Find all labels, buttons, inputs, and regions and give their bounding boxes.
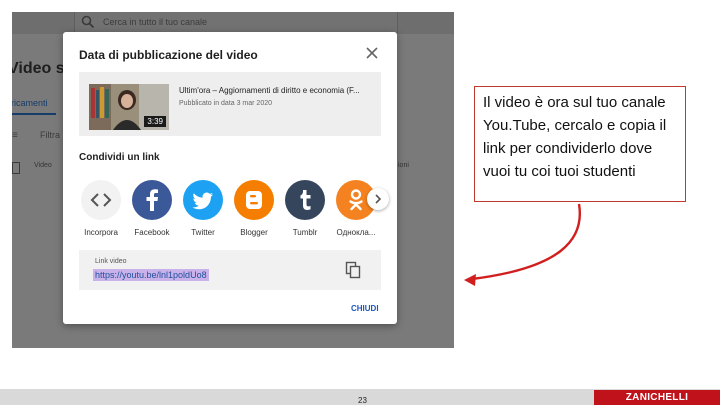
video-title[interactable]: Ultim'ora – Aggiornamenti di diritto e e… [179, 86, 375, 95]
share-label-odnoklassniki: Одноклa... [336, 228, 376, 237]
search-placeholder: Cerca in tutto il tuo canale [103, 17, 208, 27]
share-label-tumblr: Tumblr [292, 228, 318, 237]
dialog-title: Data di pubblicazione del video [79, 48, 258, 62]
video-card: 3:39 Ultim'ora – Aggiornamenti di diritt… [79, 72, 381, 136]
top-bar: Cerca in tutto il tuo canale [12, 12, 454, 34]
page-number: 23 [358, 396, 367, 405]
twitter-icon [183, 180, 223, 220]
filter-icon[interactable]: ≡ [12, 130, 18, 141]
share-label-facebook: Facebook [134, 228, 170, 237]
search-icon [81, 15, 95, 29]
video-link-box: Link video https://youtu.be/lnl1poldUo8 [79, 250, 381, 290]
column-header-right: ioni [398, 162, 409, 169]
share-option-facebook[interactable]: Facebook [126, 180, 178, 237]
facebook-icon [132, 180, 172, 220]
column-header-video: Video [34, 162, 52, 169]
share-label-embed: Incorpora [84, 228, 118, 237]
video-duration: 3:39 [144, 116, 166, 127]
embed-icon [81, 180, 121, 220]
share-option-blogger[interactable]: Blogger [228, 180, 280, 237]
close-button[interactable]: CHIUDI [351, 304, 379, 313]
video-link-url[interactable]: https://youtu.be/lnl1poldUo8 [93, 269, 209, 281]
annotation-note: Il video è ora sul tuo canale You.Tube, … [474, 86, 686, 202]
share-option-twitter[interactable]: Twitter [177, 180, 229, 237]
share-option-tumblr[interactable]: Tumblr [279, 180, 331, 237]
copy-icon[interactable] [345, 261, 361, 279]
tab-underline [12, 113, 56, 115]
share-next-button[interactable] [367, 188, 389, 210]
brand-logo: ZANICHELLI [594, 390, 720, 405]
chevron-right-icon [375, 194, 382, 204]
publish-dialog: Data di pubblicazione del video 3:39 Ult… [63, 32, 397, 324]
blogger-icon [234, 180, 274, 220]
filter-label[interactable]: Filtra [40, 130, 60, 140]
video-thumbnail[interactable]: 3:39 [89, 84, 169, 130]
share-section-title: Condividi un link [79, 152, 160, 163]
video-link-label: Link video [95, 258, 127, 265]
tumblr-icon [285, 180, 325, 220]
video-publish-date: Pubblicato in data 3 mar 2020 [179, 100, 273, 107]
share-option-embed[interactable]: Incorpora [75, 180, 127, 237]
share-label-blogger: Blogger [240, 228, 268, 237]
close-icon[interactable] [365, 46, 379, 60]
select-all-checkbox[interactable] [12, 162, 20, 174]
tab-uploads[interactable]: aricamenti [12, 98, 48, 108]
share-label-twitter: Twitter [191, 228, 215, 237]
search-box[interactable]: Cerca in tutto il tuo canale [74, 12, 398, 34]
